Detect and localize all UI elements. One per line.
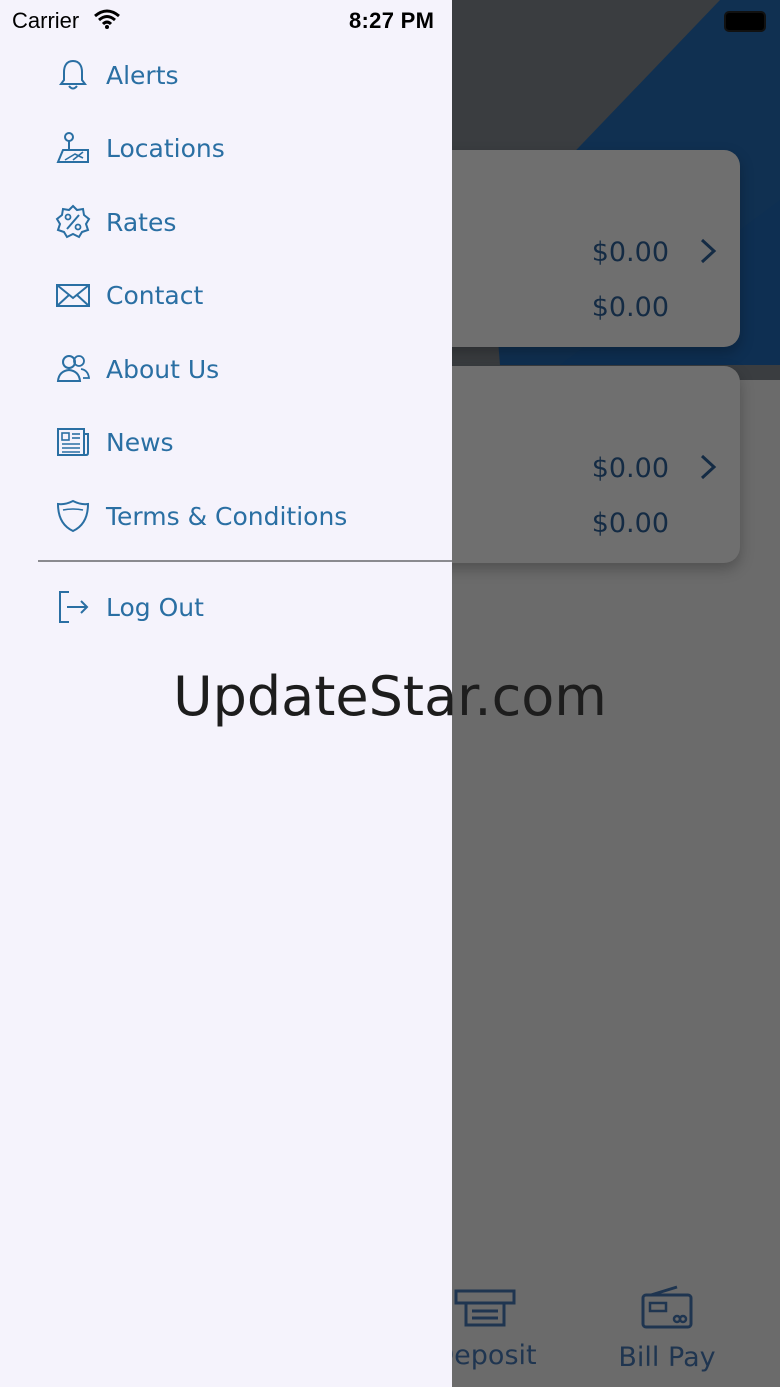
people-icon (54, 350, 92, 388)
account-card[interactable]: $0.00 $0.00 (420, 150, 740, 347)
logout-label: Log Out (106, 592, 204, 622)
menu-item-alerts[interactable]: Alerts (54, 53, 444, 97)
carrier-label: Carrier (12, 8, 80, 33)
menu-item-label: Contact (106, 280, 204, 310)
logout-icon (54, 588, 92, 626)
map-location-icon (54, 129, 92, 167)
menu-item-terms[interactable]: Terms & Conditions (54, 494, 444, 538)
menu-item-label: News (106, 427, 174, 457)
tab-bill-pay[interactable]: Bill Pay (592, 1285, 742, 1373)
bell-icon (54, 56, 92, 94)
shield-icon (54, 497, 92, 535)
clock-time: 8:27 PM (349, 8, 435, 33)
account-available: $0.00 (591, 508, 669, 539)
envelope-icon (54, 276, 92, 314)
menu-item-rates[interactable]: Rates (54, 200, 444, 244)
menu-item-contact[interactable]: Contact (54, 273, 444, 317)
deposit-icon (454, 1289, 516, 1327)
percent-badge-icon (54, 203, 92, 241)
watermark: UpdateStar.com (173, 665, 607, 728)
menu-divider (38, 560, 452, 562)
menu-item-label: Terms & Conditions (106, 501, 348, 531)
wifi-icon (94, 9, 120, 29)
newspaper-icon (54, 423, 92, 461)
menu-item-label: Alerts (106, 60, 179, 90)
battery-icon (724, 11, 766, 32)
menu-item-label: About Us (106, 354, 220, 384)
menu-item-label: Rates (106, 207, 177, 237)
account-card[interactable]: $0.00 $0.00 (420, 366, 740, 563)
logout-button[interactable]: Log Out (54, 585, 444, 629)
bill-pay-icon (641, 1285, 693, 1329)
tab-bill-pay-label: Bill Pay (618, 1342, 716, 1373)
menu-item-label: Locations (106, 133, 225, 163)
account-balance: $0.00 (591, 453, 669, 484)
menu-item-about-us[interactable]: About Us (54, 347, 444, 391)
account-available: $0.00 (591, 292, 669, 323)
menu-item-locations[interactable]: Locations (54, 126, 444, 170)
chevron-right-icon[interactable] (696, 452, 720, 482)
account-balance: $0.00 (591, 237, 669, 268)
menu-item-news[interactable]: News (54, 420, 444, 464)
chevron-right-icon[interactable] (696, 236, 720, 266)
